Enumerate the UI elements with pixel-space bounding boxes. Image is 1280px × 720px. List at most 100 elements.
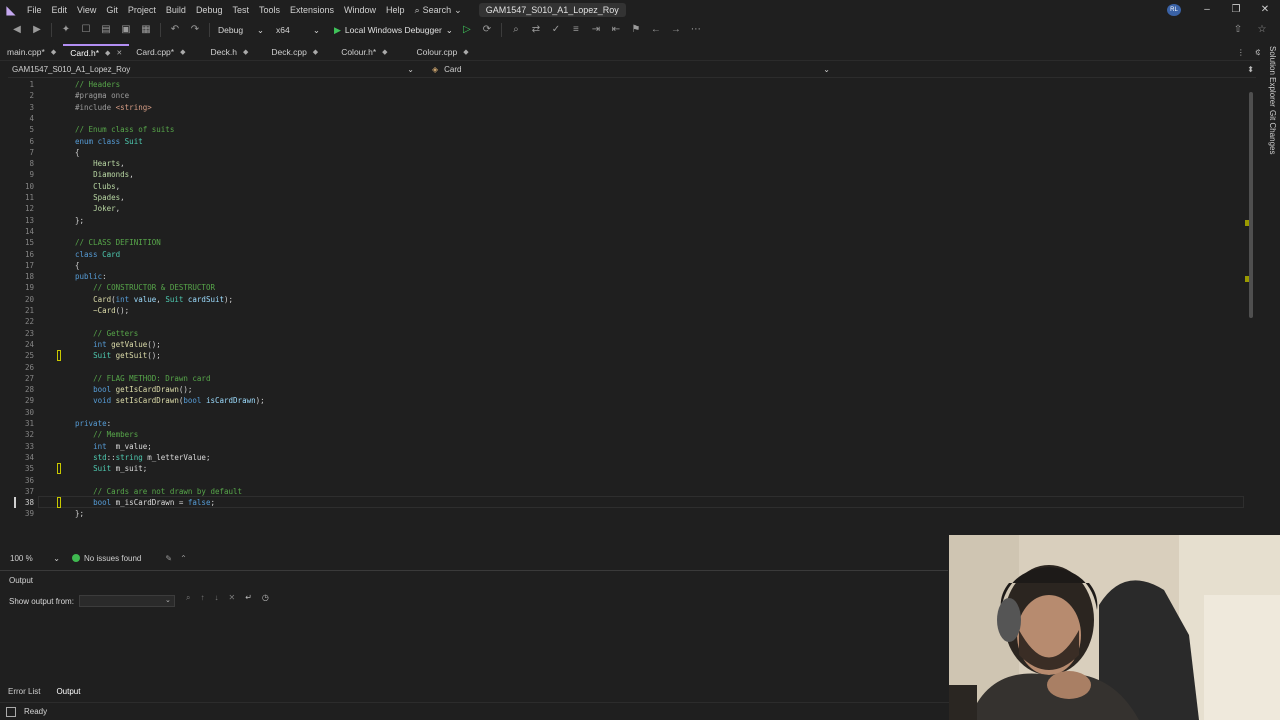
tab-solution-explorer[interactable]: Solution Explorer	[1263, 46, 1277, 107]
prev-bookmark-icon[interactable]: ←	[649, 23, 663, 37]
code-line[interactable]: 2 #pragma once	[0, 90, 1250, 101]
zoom-dropdown[interactable]: 100 % ⌄	[0, 554, 60, 563]
code-line[interactable]: 12 Joker,	[0, 203, 1250, 214]
code-line[interactable]: 33 int m_value;	[0, 441, 1250, 452]
outdent-icon[interactable]: ⇤	[609, 23, 623, 37]
menu-build[interactable]: Build	[161, 0, 191, 20]
code-line[interactable]: 18 public:	[0, 271, 1250, 282]
code-line[interactable]: 9 Diamonds,	[0, 169, 1250, 180]
comment-icon[interactable]: ≡	[569, 23, 583, 37]
code-line[interactable]: 22	[0, 316, 1250, 327]
code-line[interactable]: 17 {	[0, 260, 1250, 271]
code-line[interactable]: 28 bool getIsCardDrawn();	[0, 384, 1250, 395]
clear-all-icon[interactable]: ✕	[228, 593, 235, 603]
code-line[interactable]: 15 // CLASS DEFINITION	[0, 237, 1250, 248]
tab-card-cpp[interactable]: Card.cpp* ◆	[129, 44, 192, 60]
project-scope-dropdown[interactable]: GAM1547_S010_A1_Lopez_Roy ⌄	[8, 65, 418, 74]
code-line[interactable]: 5 // Enum class of suits	[0, 124, 1250, 135]
tab-output[interactable]: Output	[48, 687, 88, 696]
menu-test[interactable]: Test	[227, 0, 254, 20]
pin-icon[interactable]: ◆	[51, 48, 56, 56]
prev-message-icon[interactable]: ↑	[200, 593, 204, 603]
tab-deck-cpp[interactable]: Deck.cpp ◆	[255, 44, 325, 60]
undo-icon[interactable]: ↶	[168, 23, 182, 37]
code-line[interactable]: 16 class Card	[0, 249, 1250, 260]
menu-git[interactable]: Git	[101, 0, 123, 20]
menu-extensions[interactable]: Extensions	[285, 0, 339, 20]
next-message-icon[interactable]: ↓	[214, 593, 218, 603]
menu-tools[interactable]: Tools	[254, 0, 285, 20]
editor-vertical-scrollbar[interactable]	[1245, 82, 1255, 550]
start-without-debugging-icon[interactable]: ▷	[460, 23, 474, 37]
new-file-icon[interactable]: ☐	[79, 23, 93, 37]
avatar[interactable]: RL	[1167, 4, 1181, 16]
tab-card-h[interactable]: Card.h* ◆ ✕	[63, 44, 130, 60]
start-debugging-button[interactable]: ▶ Local Windows Debugger ⌄	[330, 25, 457, 36]
navigate-icon[interactable]: ⇄	[529, 23, 543, 37]
scrollbar-thumb[interactable]	[1249, 92, 1253, 318]
member-scope-dropdown[interactable]: ◈ Card ⌄	[424, 65, 834, 74]
pin-icon[interactable]: ◆	[313, 48, 318, 56]
live-share-icon[interactable]: ⇧	[1231, 23, 1245, 37]
code-line[interactable]: 8 Hearts,	[0, 158, 1250, 169]
menu-file[interactable]: File	[22, 0, 47, 20]
word-wrap-icon[interactable]: ↵	[245, 593, 252, 603]
code-line[interactable]: 23 // Getters	[0, 328, 1250, 339]
menu-help[interactable]: Help	[381, 0, 410, 20]
redo-icon[interactable]: ↷	[188, 23, 202, 37]
code-line[interactable]: 7{	[0, 147, 1250, 158]
code-line[interactable]: 4	[0, 113, 1250, 124]
overflow-icon[interactable]: ⋯	[689, 23, 703, 37]
menu-project[interactable]: Project	[123, 0, 161, 20]
code-line[interactable]: 1 // Headers	[0, 79, 1250, 90]
code-line[interactable]: 19 // CONSTRUCTOR & DESTRUCTOR	[0, 282, 1250, 293]
code-line[interactable]: 38 bool m_isCardDrawn = false;	[0, 497, 1250, 508]
code-line[interactable]: 25 Suit getSuit();	[0, 350, 1250, 361]
code-line[interactable]: 10 Clubs,	[0, 181, 1250, 192]
find-icon[interactable]: ⌕	[509, 23, 523, 37]
solution-name[interactable]: GAM1547_S010_A1_Lopez_Roy	[478, 3, 626, 17]
tab-colour-h[interactable]: Colour.h* ◆	[325, 44, 394, 60]
chevron-up-icon[interactable]: ⌃	[180, 554, 187, 563]
code-line[interactable]: 26	[0, 362, 1250, 373]
next-bookmark-icon[interactable]: →	[669, 23, 683, 37]
spell-check-icon[interactable]: ✓	[549, 23, 563, 37]
code-line[interactable]: 35 Suit m_suit;	[0, 463, 1250, 474]
code-line[interactable]: 21 ~Card();	[0, 305, 1250, 316]
code-editor[interactable]: 1 // Headers 2 #pragma once 3 #include <strin…	[0, 79, 1260, 551]
pin-icon[interactable]: ◆	[243, 48, 248, 56]
close-window-icon[interactable]: ✕	[1250, 0, 1280, 20]
code-line[interactable]: 14	[0, 226, 1250, 237]
indent-icon[interactable]: ⇥	[589, 23, 603, 37]
code-line[interactable]: 11 Spades,	[0, 192, 1250, 203]
save-all-icon[interactable]: ▦	[139, 23, 153, 37]
code-line[interactable]: 31 private:	[0, 418, 1250, 429]
code-line[interactable]: 24 int getValue();	[0, 339, 1250, 350]
menu-edit[interactable]: Edit	[47, 0, 73, 20]
pin-icon[interactable]: ◆	[105, 49, 110, 57]
output-source-select[interactable]: ⌄	[78, 595, 175, 607]
find-message-icon[interactable]: ⌕	[186, 593, 190, 603]
bookmark-icon[interactable]: ⚑	[629, 23, 643, 37]
code-line[interactable]: 6 enum class Suit	[0, 136, 1250, 147]
tab-colour-cpp[interactable]: Colour.cpp ◆	[395, 44, 476, 60]
tab-overflow-icon[interactable]: ⋮	[1237, 48, 1245, 57]
code-line[interactable]: 29 void setIsCardDrawn(bool isCardDrawn)…	[0, 395, 1250, 406]
code-line[interactable]: 34 std::string m_letterValue;	[0, 452, 1250, 463]
hot-reload-icon[interactable]: ⟳	[480, 23, 494, 37]
configuration-dropdown[interactable]: Debug ⌄	[214, 23, 268, 38]
timestamp-icon[interactable]: ◷	[262, 593, 269, 603]
code-line[interactable]: 30	[0, 407, 1250, 418]
tab-error-list[interactable]: Error List	[0, 687, 48, 696]
pin-icon[interactable]: ◆	[382, 48, 387, 56]
forward-icon[interactable]: ▶	[30, 23, 44, 37]
issues-indicator[interactable]: No issues found	[72, 554, 141, 563]
platform-dropdown[interactable]: x64 ⌄	[272, 23, 324, 38]
code-line[interactable]: 37 // Cards are not drawn by default	[0, 486, 1250, 497]
tab-deck-h[interactable]: Deck.h ◆	[193, 44, 256, 60]
code-line[interactable]: 39};	[0, 508, 1250, 519]
code-line[interactable]: 32 // Members	[0, 429, 1250, 440]
code-line[interactable]: 20 Card(int value, Suit cardSuit);	[0, 294, 1250, 305]
tab-main-cpp[interactable]: main.cpp* ◆	[0, 44, 63, 60]
open-folder-icon[interactable]: ▤	[99, 23, 113, 37]
